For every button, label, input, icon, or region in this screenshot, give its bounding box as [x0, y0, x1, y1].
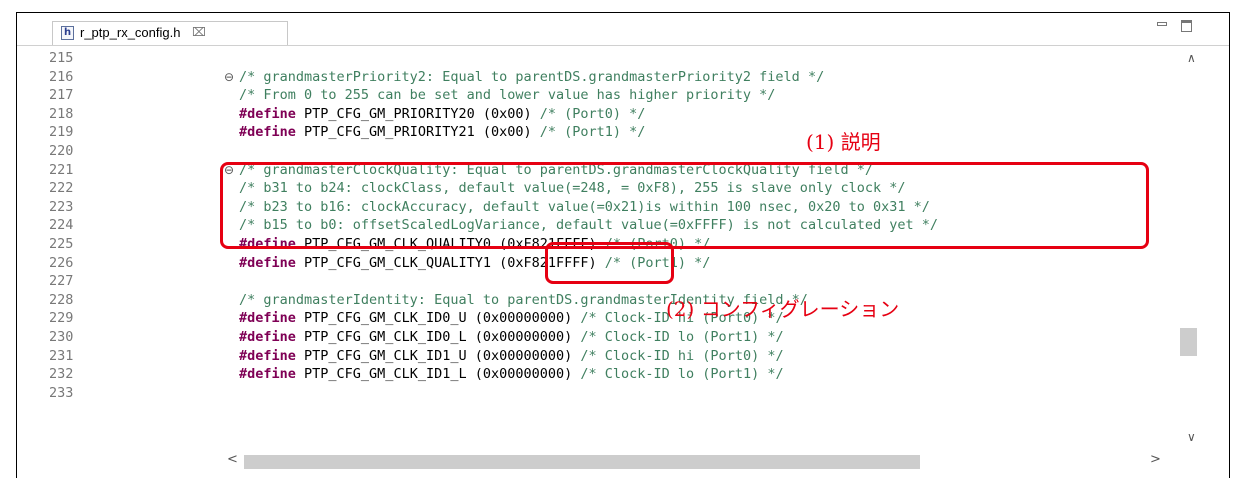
code-line[interactable]: 228/* grandmasterIdentity: Equal to pare… — [17, 291, 1177, 309]
comment-token: /* grandmasterPriority2: Equal to parent… — [239, 68, 825, 85]
code-token: PTP_CFG_GM_CLK_ID0_U (0x00000000) — [295, 310, 581, 327]
code-line[interactable]: 231 #define PTP_CFG_GM_CLK_ID1_U (0x00000… — [17, 347, 1177, 365]
code-line[interactable]: 218 #define PTP_CFG_GM_PRIORITY20 (0x00) … — [17, 105, 1177, 123]
code-token: PTP_CFG_GM_CLK_ID1_U (0x00000000) — [295, 347, 581, 364]
close-icon[interactable]: ⌧ — [192, 24, 206, 40]
code-line[interactable]: 220 — [17, 142, 1177, 160]
tab-r-ptp-rx-config[interactable]: h r_ptp_rx_config.h ⌧ — [52, 21, 288, 45]
code-text: #define PTP_CFG_GM_CLK_ID0_L (0x00000000… — [239, 328, 784, 346]
maximize-icon[interactable] — [1180, 19, 1194, 33]
keyword-token: #define — [239, 124, 296, 141]
code-line[interactable]: 229 #define PTP_CFG_GM_CLK_ID0_U (0x00000… — [17, 309, 1177, 327]
tab-title: r_ptp_rx_config.h — [80, 25, 181, 40]
line-number: 227 — [49, 273, 74, 290]
scroll-up-icon[interactable]: ∧ — [1187, 52, 1196, 64]
keyword-token: #define — [239, 105, 296, 122]
line-number: 224 — [49, 217, 74, 234]
code-token: PTP_CFG_GM_CLK_ID1_L (0x00000000) — [295, 366, 581, 383]
line-number: 231 — [49, 347, 74, 364]
comment-token: /* (Port1) */ — [539, 124, 646, 141]
line-number: 216 — [49, 68, 74, 85]
minimize-icon[interactable] — [1156, 19, 1170, 33]
code-text: /* grandmasterPriority2: Equal to parent… — [239, 68, 824, 86]
vertical-scroll-thumb[interactable] — [1180, 328, 1197, 356]
line-number: 225 — [49, 236, 74, 252]
code-line[interactable]: 219 #define PTP_CFG_GM_PRIORITY21 (0x00) … — [17, 123, 1177, 141]
horizontal-scrollbar[interactable]: < > — [222, 449, 1182, 473]
keyword-token: #define — [239, 366, 296, 383]
scroll-left-icon[interactable]: < — [227, 453, 238, 467]
line-number: 230 — [49, 329, 74, 345]
code-text: #define PTP_CFG_GM_PRIORITY20 (0x00) /* … — [239, 105, 645, 123]
annotation-label-description: (1) 説明 — [806, 130, 881, 154]
line-number: 229 — [49, 310, 74, 327]
line-number: 215 — [49, 50, 74, 66]
header-file-icon: h — [61, 26, 74, 40]
scroll-down-icon[interactable]: ∨ — [1187, 431, 1196, 443]
code-token: PTP_CFG_GM_PRIORITY21 (0x00) — [295, 124, 540, 141]
keyword-token: #define — [239, 329, 296, 345]
code-line[interactable]: 230 #define PTP_CFG_GM_CLK_ID0_L (0x00000… — [17, 328, 1177, 346]
line-number: 219 — [49, 124, 74, 141]
fold-toggle-icon[interactable]: ⊖ — [224, 68, 234, 86]
code-line[interactable]: 216 ⊖ /* grandmasterPriority2: Equal to pa… — [17, 68, 1177, 86]
keyword-token: #define — [239, 347, 296, 364]
line-number: 232 — [49, 366, 74, 383]
annotation-box-description — [220, 162, 1149, 249]
code-line[interactable]: 217 /* From 0 to 255 can be set and lower… — [17, 86, 1177, 104]
line-number: 220 — [49, 143, 74, 159]
editor-tab-bar: h r_ptp_rx_config.h ⌧ — [17, 13, 1229, 46]
vertical-scrollbar[interactable]: ∧ ∨ — [1177, 46, 1207, 449]
comment-token: /* (Port0) */ — [539, 105, 646, 122]
comment-token: /* Clock-ID lo (Port1) */ — [580, 366, 784, 383]
keyword-token: #define — [239, 310, 296, 327]
annotation-box-configuration — [545, 242, 674, 284]
code-text: /* From 0 to 255 can be set and lower va… — [239, 86, 775, 104]
comment-token: /* Clock-ID lo (Port1) */ — [580, 329, 784, 345]
line-number: 223 — [49, 198, 74, 215]
code-token: PTP_CFG_GM_CLK_ID0_L (0x00000000) — [295, 329, 581, 345]
line-number: 222 — [49, 180, 74, 197]
code-text: #define PTP_CFG_GM_CLK_ID1_L (0x00000000… — [239, 365, 784, 383]
line-number: 226 — [49, 254, 74, 271]
code-line[interactable]: 233 — [17, 384, 1177, 402]
annotation-label-configuration: (2) コンフィグレーション — [666, 297, 900, 321]
line-number: 233 — [49, 384, 74, 401]
code-line[interactable]: 232 #define PTP_CFG_GM_CLK_ID1_L (0x00000… — [17, 365, 1177, 383]
code-line[interactable]: 215 — [17, 49, 1177, 67]
line-number: 221 — [49, 161, 74, 178]
comment-token: /* Clock-ID hi (Port0) */ — [580, 347, 784, 364]
keyword-token: #define — [239, 254, 296, 271]
comment-token: /* From 0 to 255 can be set and lower va… — [239, 87, 776, 104]
line-number: 218 — [49, 105, 74, 122]
code-text: #define PTP_CFG_GM_CLK_ID1_U (0x00000000… — [239, 347, 784, 365]
horizontal-scroll-thumb[interactable] — [244, 455, 920, 469]
line-number: 228 — [49, 291, 74, 308]
line-number: 217 — [49, 87, 74, 104]
scroll-right-icon[interactable]: > — [1150, 453, 1161, 467]
code-token: PTP_CFG_GM_PRIORITY20 (0x00) — [295, 105, 540, 122]
code-text: #define PTP_CFG_GM_PRIORITY21 (0x00) /* … — [239, 123, 645, 141]
